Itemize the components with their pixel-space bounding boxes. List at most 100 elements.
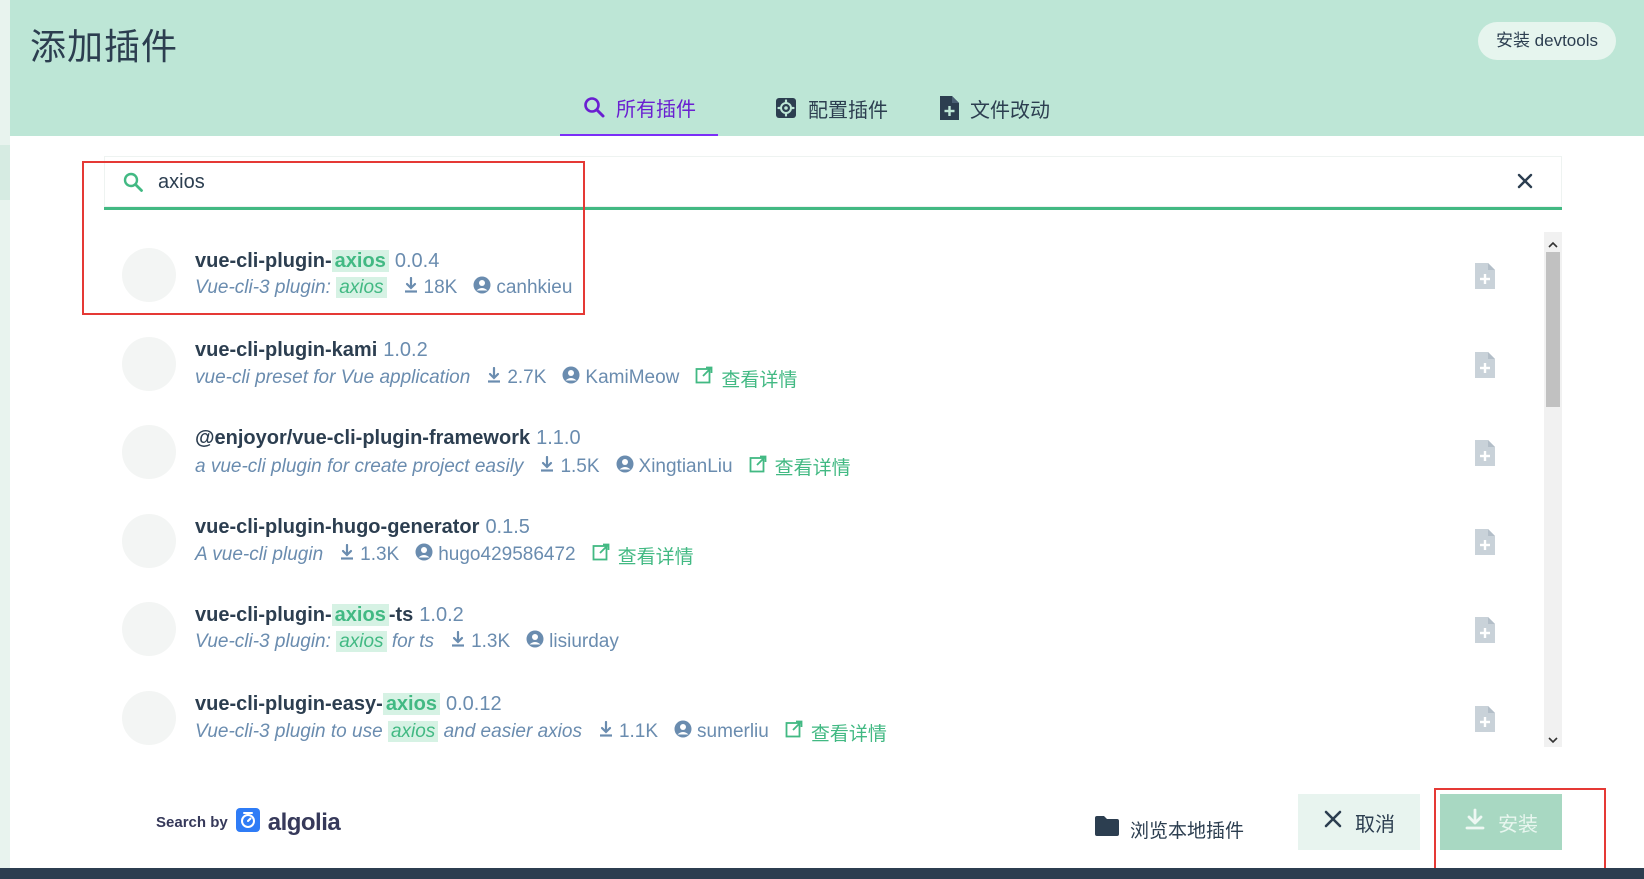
folder-icon bbox=[1094, 815, 1120, 843]
user-icon bbox=[473, 276, 491, 300]
plugin-version: 1.1.0 bbox=[536, 427, 581, 449]
plugin-downloads: 1.3K bbox=[450, 630, 510, 653]
plugin-author: sumerliu bbox=[674, 720, 769, 744]
page-title: 添加插件 bbox=[30, 26, 179, 67]
plugin-name: vue-cli-plugin-axios -ts bbox=[195, 604, 414, 626]
plugin-description: A vue-cli plugin bbox=[195, 544, 324, 565]
download-icon bbox=[598, 720, 614, 743]
browse-label: 浏览本地插件 bbox=[1130, 820, 1245, 842]
plugin-avatar bbox=[122, 690, 176, 745]
plugin-list-item[interactable]: vue-cli-plugin-hugo-generator 0.1.5 A vue… bbox=[104, 498, 1544, 590]
search-input[interactable] bbox=[158, 164, 1458, 200]
plugin-details-link[interactable]: 查看详情 bbox=[749, 453, 851, 480]
user-icon bbox=[415, 543, 433, 567]
file-add-icon[interactable] bbox=[1474, 616, 1496, 649]
search-icon bbox=[122, 171, 144, 198]
plugin-author: XingtianLiu bbox=[616, 455, 733, 479]
tab-all-plugins[interactable]: 所有插件 bbox=[560, 80, 718, 136]
chevron-down-icon[interactable] bbox=[1548, 731, 1558, 749]
plugin-list-item[interactable]: vue-cli-plugin-axios 0.0.4 Vue-cli-3 plug… bbox=[104, 232, 1544, 324]
plugin-avatar bbox=[122, 513, 176, 568]
plugin-title-line: vue-cli-plugin-easy-axios 0.0.12 bbox=[195, 692, 502, 716]
plugin-meta-line: vue-cli preset for Vue application 2.7K … bbox=[195, 365, 797, 392]
user-icon bbox=[526, 630, 544, 654]
search-icon bbox=[582, 95, 606, 119]
browse-local-plugin-button[interactable]: 浏览本地插件 bbox=[1094, 802, 1244, 856]
tab-file-changes[interactable]: 文件改动 bbox=[916, 80, 1072, 136]
tab-label: 文件改动 bbox=[970, 99, 1050, 122]
plugin-avatar bbox=[122, 336, 176, 391]
plugin-search-panel: vue-cli-plugin-axios0.0.4 Vue-cli-3 plug… bbox=[0, 136, 1644, 879]
algolia-logo-icon bbox=[235, 808, 260, 837]
bottom-status-bar bbox=[0, 868, 1644, 879]
plugin-list-item[interactable]: @enjoyor/vue-cli-plugin-framework 1.1.0 a… bbox=[104, 409, 1544, 501]
plugin-meta-line: Vue-cli-3 plugin: axios 18K canhkieu bbox=[195, 276, 572, 300]
add-plugin-page: 添加插件 安装 devtools 所有插件 配置插件 文件改动 axios vu… bbox=[0, 0, 1644, 879]
plugin-version: 0.0.4 bbox=[394, 250, 440, 272]
plugin-name: vue-cli-plugin-easy-axios bbox=[195, 692, 440, 715]
external-link-icon bbox=[695, 366, 713, 390]
list-scrollbar[interactable] bbox=[1544, 232, 1562, 747]
plugin-description: Vue-cli-3 plugin to use axios and easier… bbox=[195, 721, 582, 742]
plugin-list-item[interactable]: vue-cli-plugin-easy-axios 0.0.12 Vue-cli-… bbox=[104, 675, 1544, 748]
plugin-description: vue-cli preset for Vue application bbox=[195, 367, 471, 388]
plugin-details-link[interactable]: 查看详情 bbox=[592, 542, 694, 569]
plugin-description: a vue-cli plugin for create project easi… bbox=[195, 455, 524, 477]
plugin-downloads: 18K bbox=[403, 276, 457, 299]
file-add-icon[interactable] bbox=[1474, 262, 1496, 295]
file-add-icon[interactable] bbox=[1474, 439, 1496, 472]
plugin-list-item[interactable]: vue-cli-plugin-kami 1.0.2 vue-cli preset … bbox=[104, 321, 1544, 413]
plugin-title-line: vue-cli-plugin-hugo-generator 0.1.5 bbox=[195, 516, 530, 539]
plugin-version: 0.1.5 bbox=[485, 515, 530, 538]
tab-bar: 所有插件 配置插件 文件改动 bbox=[10, 80, 1644, 136]
download-icon bbox=[450, 630, 466, 653]
plugin-avatar bbox=[122, 248, 176, 302]
user-icon bbox=[616, 455, 634, 479]
plugin-downloads: 1.3K bbox=[339, 543, 399, 566]
search-by-label: Search by bbox=[156, 814, 228, 831]
plugin-name: vue-cli-plugin-hugo-generator bbox=[195, 515, 480, 538]
install-button[interactable]: 安装 bbox=[1440, 794, 1562, 850]
scrollbar-thumb[interactable] bbox=[1546, 252, 1560, 407]
download-icon bbox=[539, 455, 555, 478]
tab-label: 配置插件 bbox=[808, 99, 888, 122]
tab-configure-plugins[interactable]: 配置插件 bbox=[752, 80, 910, 136]
page-header: 添加插件 安装 devtools bbox=[10, 0, 1644, 80]
plugin-title-line: vue-cli-plugin-kami 1.0.2 bbox=[195, 339, 428, 362]
file-add-icon bbox=[938, 95, 960, 121]
plugin-downloads: 1.1K bbox=[598, 720, 658, 743]
search-box bbox=[104, 156, 1562, 210]
plugin-author: hugo429586472 bbox=[415, 543, 576, 567]
file-add-icon[interactable] bbox=[1474, 528, 1496, 561]
close-icon bbox=[1323, 809, 1343, 835]
plugin-title-line: vue-cli-plugin-axios 0.0.4 bbox=[195, 250, 439, 273]
plugin-description: Vue-cli-3 plugin: axios bbox=[195, 277, 387, 299]
plugin-details-link[interactable]: 查看详情 bbox=[695, 365, 797, 392]
plugin-meta-line: A vue-cli plugin 1.3K hugo429586472 查看详情 bbox=[195, 542, 694, 569]
plugin-list-item[interactable]: vue-cli-plugin-axios -ts 1.0.2 Vue-cli-3 p… bbox=[104, 586, 1544, 678]
external-link-icon bbox=[592, 543, 610, 567]
download-icon bbox=[1464, 808, 1486, 836]
plugin-downloads: 2.7K bbox=[486, 366, 546, 389]
plugin-meta-line: Vue-cli-3 plugin: axios for ts 1.3K lisi… bbox=[195, 630, 619, 654]
plugin-version: 1.0.2 bbox=[419, 604, 464, 626]
external-link-icon bbox=[749, 455, 767, 479]
file-add-icon[interactable] bbox=[1474, 705, 1496, 738]
cancel-label: 取消 bbox=[1355, 813, 1395, 836]
download-icon bbox=[403, 276, 419, 299]
plugin-name: vue-cli-plugin-kami bbox=[195, 338, 378, 361]
cancel-button[interactable]: 取消 bbox=[1298, 794, 1420, 850]
install-devtools-button[interactable]: 安装 devtools bbox=[1477, 22, 1616, 60]
file-add-icon[interactable] bbox=[1474, 351, 1496, 384]
download-icon bbox=[339, 543, 355, 566]
plugin-meta-line: a vue-cli plugin for create project easi… bbox=[195, 453, 851, 480]
user-icon bbox=[674, 720, 692, 744]
plugin-version: 0.0.12 bbox=[445, 692, 502, 715]
plugin-name: vue-cli-plugin-axios bbox=[195, 250, 389, 272]
plugin-version: 1.0.2 bbox=[383, 338, 428, 361]
plugin-author: lisiurday bbox=[526, 630, 619, 654]
close-icon[interactable] bbox=[1516, 172, 1534, 195]
plugin-details-link[interactable]: 查看详情 bbox=[785, 719, 887, 746]
plugin-name: @enjoyor/vue-cli-plugin-framework bbox=[195, 427, 531, 449]
plugin-description: Vue-cli-3 plugin: axios for ts bbox=[195, 631, 435, 652]
